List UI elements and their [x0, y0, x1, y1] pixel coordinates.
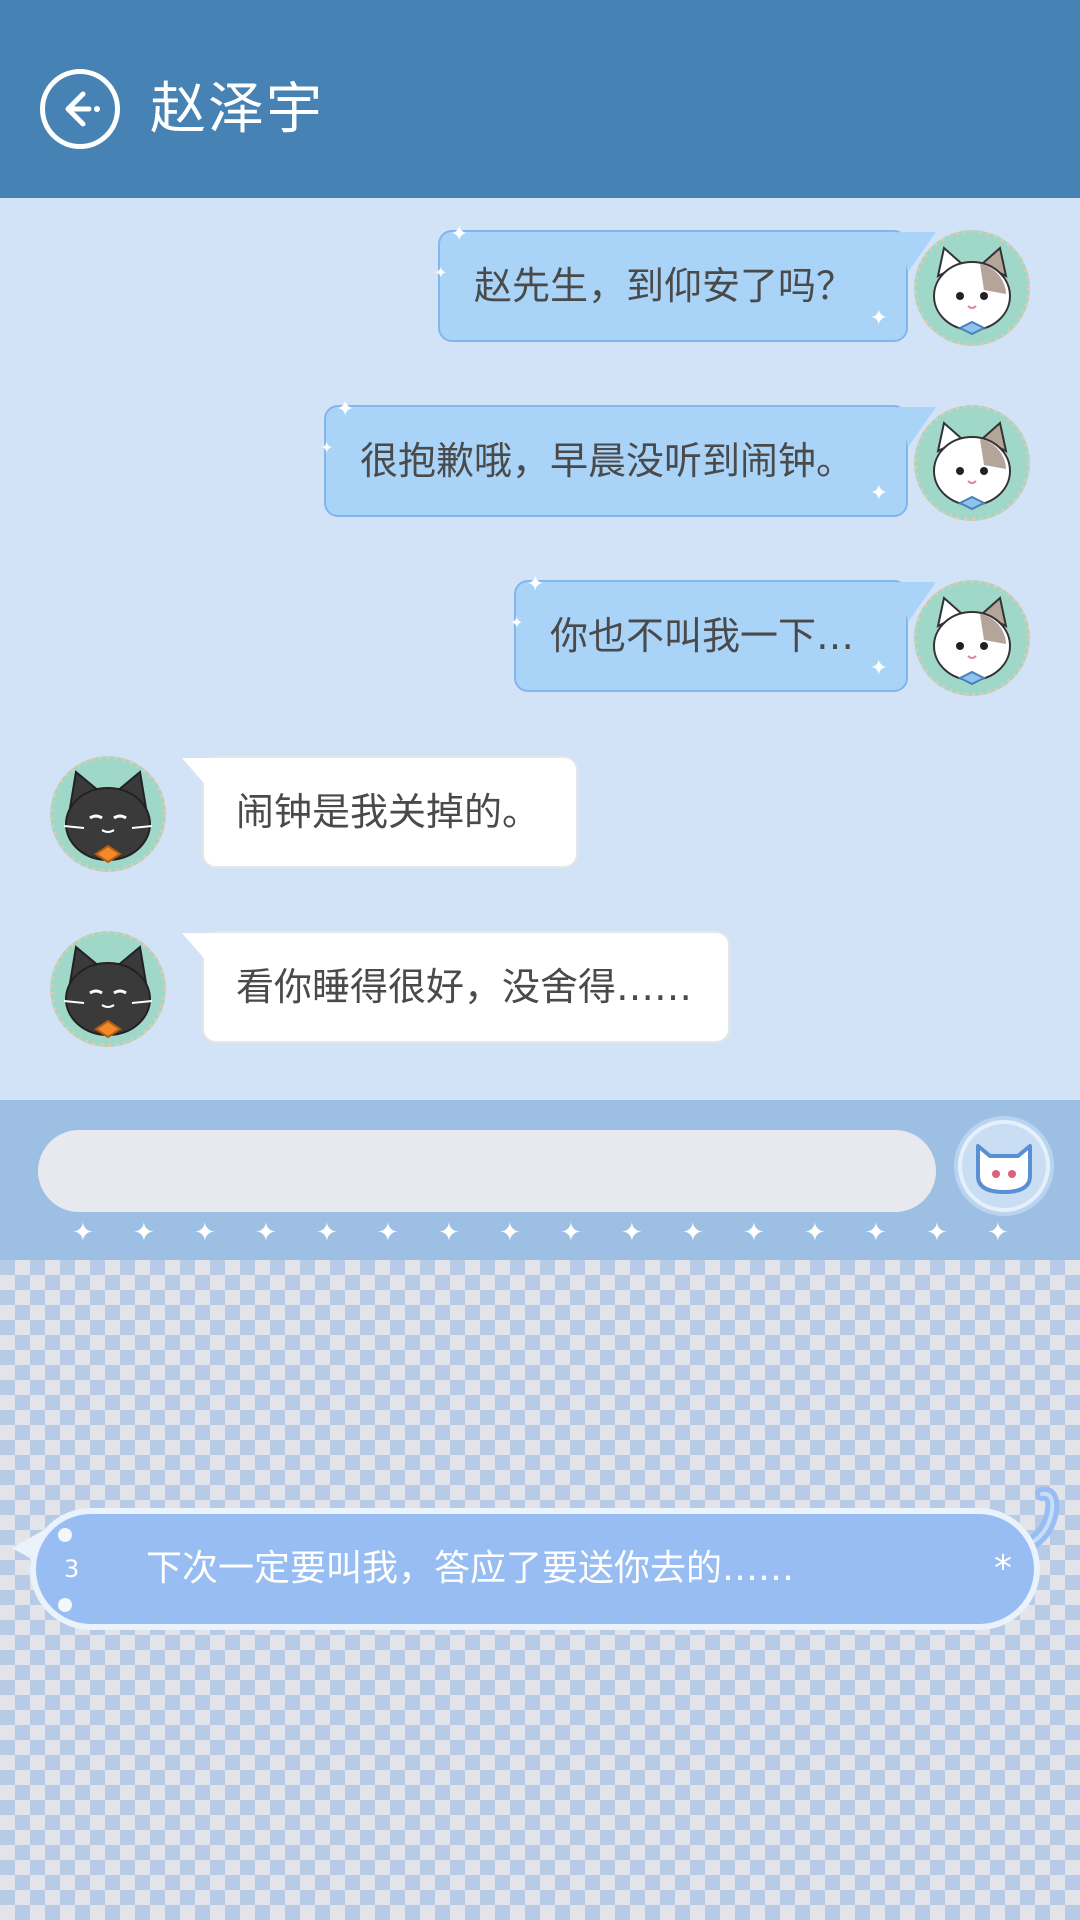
sparkle-icon: ✦	[869, 481, 888, 506]
incoming-bubble[interactable]: 闹钟是我关掉的。	[182, 756, 579, 868]
my-avatar[interactable]	[914, 580, 1030, 696]
sparkle-icon: ✦	[869, 306, 888, 331]
star-icon: ✦	[865, 1218, 887, 1248]
message-text: 很抱歉哦，早晨没听到闹钟。	[359, 439, 854, 483]
star-icon: ✦	[133, 1218, 155, 1248]
star-icon: ✦	[743, 1218, 765, 1248]
contact-avatar[interactable]	[50, 931, 166, 1047]
chat-title: 赵泽宇	[150, 77, 324, 142]
sparkle-icon: ✦	[433, 263, 448, 282]
message-list[interactable]: 赵先生，到仰安了吗？ ✦ ✦ ✦ 很抱歉哦，早晨没听到闹钟。 ✦ ✦ ✦ 你也不…	[0, 198, 1080, 1100]
star-icon: ✦	[499, 1218, 521, 1248]
message-text: 赵先生，到仰安了吗？	[473, 264, 854, 308]
star-icon: ✦	[194, 1218, 216, 1248]
white-cat-avatar-icon	[914, 580, 1030, 696]
bubble-tail	[182, 933, 214, 965]
sparkle-icon: ✦	[525, 572, 545, 597]
star-icon: ✦	[316, 1218, 338, 1248]
back-arrow-icon	[65, 91, 100, 127]
star-icon: ✦	[560, 1218, 582, 1248]
message-row-outgoing: 赵先生，到仰安了吗？ ✦ ✦ ✦	[0, 224, 1080, 360]
star-icon: ✦	[804, 1218, 826, 1248]
option-mark: *	[994, 1548, 1012, 1589]
sparkle-icon: ✦	[869, 656, 888, 681]
message-input[interactable]	[38, 1130, 936, 1212]
sparkle-icon: ✦	[335, 397, 355, 422]
back-button[interactable]	[40, 69, 120, 149]
message-row-outgoing: 你也不叫我一下… ✦ ✦ ✦	[0, 574, 1080, 710]
message-text: 看你睡得很好，没舍得……	[236, 965, 693, 1009]
star-icon: ✦	[987, 1218, 1009, 1248]
star-icon: ✦	[377, 1218, 399, 1248]
white-cat-avatar-icon	[914, 405, 1030, 521]
contact-avatar[interactable]	[50, 756, 166, 872]
sparkle-icon: ✦	[319, 438, 334, 457]
input-bar: ✦ ✦ ✦ ✦ ✦ ✦ ✦ ✦ ✦ ✦ ✦ ✦ ✦ ✦ ✦ ✦	[0, 1100, 1080, 1260]
star-icon: ✦	[255, 1218, 277, 1248]
my-avatar[interactable]	[914, 405, 1030, 521]
star-icon: ✦	[72, 1218, 94, 1248]
sparkle-icon: ✦	[449, 222, 469, 247]
black-cat-avatar-icon	[50, 756, 166, 872]
outgoing-bubble[interactable]: 赵先生，到仰安了吗？ ✦ ✦ ✦	[434, 224, 936, 342]
chat-header: 赵泽宇	[0, 0, 1080, 198]
decor-dot	[58, 1598, 72, 1612]
decorative-stars: ✦ ✦ ✦ ✦ ✦ ✦ ✦ ✦ ✦ ✦ ✦ ✦ ✦ ✦ ✦ ✦	[0, 1218, 1080, 1248]
star-icon: ✦	[438, 1218, 460, 1248]
message-text: 闹钟是我关掉的。	[236, 790, 541, 834]
message-text: 你也不叫我一下…	[549, 614, 854, 658]
message-row-incoming: 看你睡得很好，没舍得……	[0, 931, 1080, 1061]
black-cat-avatar-icon	[50, 931, 166, 1047]
white-cat-avatar-icon	[914, 230, 1030, 346]
bubble-tail	[182, 758, 214, 790]
sparkle-icon: ✦	[509, 613, 524, 632]
option-text: 下次一定要叫我，答应了要送你去的……	[146, 1548, 795, 1589]
send-button[interactable]	[954, 1116, 1054, 1216]
incoming-bubble[interactable]: 看你睡得很好，没舍得……	[182, 931, 731, 1043]
suggested-reply-option[interactable]: 3 下次一定要叫我，答应了要送你去的…… *	[30, 1508, 1040, 1630]
my-avatar[interactable]	[914, 230, 1030, 346]
star-icon: ✦	[621, 1218, 643, 1248]
outgoing-bubble[interactable]: 你也不叫我一下… ✦ ✦ ✦	[510, 574, 936, 692]
star-icon: ✦	[926, 1218, 948, 1248]
message-row-incoming: 闹钟是我关掉的。	[0, 756, 1080, 886]
message-row-outgoing: 很抱歉哦，早晨没听到闹钟。 ✦ ✦ ✦	[0, 399, 1080, 535]
cat-face-icon	[958, 1120, 1050, 1212]
star-icon: ✦	[682, 1218, 704, 1248]
outgoing-bubble[interactable]: 很抱歉哦，早晨没听到闹钟。 ✦ ✦ ✦	[320, 399, 936, 517]
